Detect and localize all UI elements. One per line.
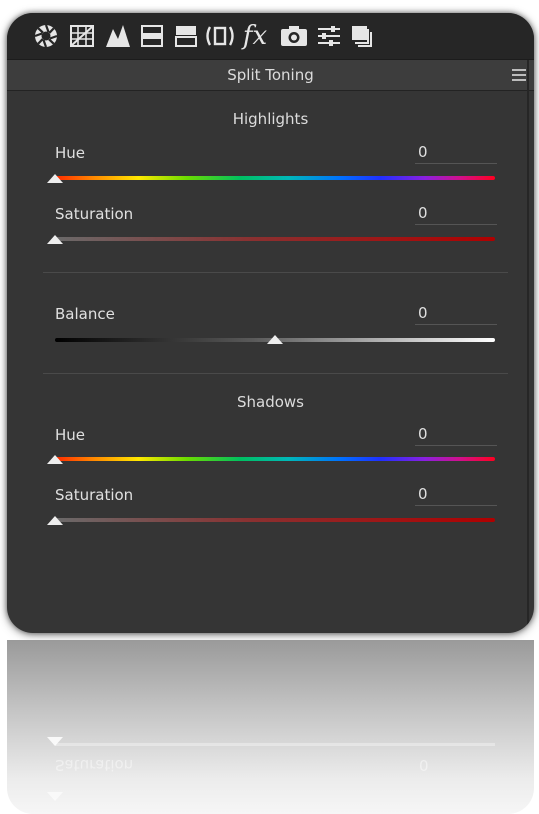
highlights-hue-label: Hue <box>55 144 86 162</box>
section-divider <box>43 373 508 374</box>
reflection-saturation-value: 0 <box>419 756 429 774</box>
shadows-hue-slider-thumb[interactable] <box>47 455 63 464</box>
shadows-hue-label: Hue <box>55 426 86 444</box>
panel-scrollbar[interactable] <box>527 60 529 633</box>
panel-header: Split Toning <box>7 60 534 91</box>
effects-fx-icon[interactable]: fx <box>240 21 270 51</box>
highlights-title: Highlights <box>232 110 309 128</box>
shadows-hue-value[interactable]: 0 <box>415 423 497 446</box>
panel-reflection: Saturation 0 <box>7 640 534 814</box>
fx-label: fx <box>242 21 268 51</box>
reflection-thumb <box>47 792 63 801</box>
panel-toolbar: fx <box>7 13 534 60</box>
camera-calibration-icon[interactable] <box>279 21 309 51</box>
shadows-saturation-label: Saturation <box>55 486 134 504</box>
detail-icon[interactable] <box>103 21 133 51</box>
split-toning-panel: fx Split Toning Highlights Hue 0 Saturat… <box>7 13 534 633</box>
panel-menu-icon[interactable] <box>512 69 526 81</box>
shadows-saturation-slider-track[interactable] <box>55 518 495 522</box>
highlights-saturation-slider-thumb[interactable] <box>47 235 63 244</box>
highlights-hue-slider-track[interactable] <box>55 176 495 180</box>
lens-corrections-icon[interactable] <box>205 21 235 51</box>
highlights-saturation-value[interactable]: 0 <box>415 202 497 225</box>
reflection-saturation-label: Saturation <box>55 756 134 774</box>
basic-aperture-icon[interactable] <box>31 21 61 51</box>
shadows-saturation-slider-thumb[interactable] <box>47 516 63 525</box>
balance-value[interactable]: 0 <box>415 302 497 325</box>
split-toning-icon[interactable] <box>171 21 201 51</box>
hsl-icon[interactable] <box>137 21 167 51</box>
tone-curve-icon[interactable] <box>67 21 97 51</box>
highlights-hue-value[interactable]: 0 <box>415 141 497 164</box>
presets-sliders-icon[interactable] <box>314 21 344 51</box>
section-divider <box>43 272 508 273</box>
panel-title: Split Toning <box>227 66 314 84</box>
highlights-saturation-label: Saturation <box>55 205 134 223</box>
shadows-title: Shadows <box>236 393 304 411</box>
highlights-saturation-slider-track[interactable] <box>55 237 495 241</box>
highlights-hue-slider-thumb[interactable] <box>47 174 63 183</box>
snapshots-icon[interactable] <box>347 21 377 51</box>
shadows-hue-slider-track[interactable] <box>55 457 495 461</box>
shadows-saturation-value[interactable]: 0 <box>415 483 497 506</box>
balance-slider-thumb[interactable] <box>267 335 283 344</box>
balance-label: Balance <box>55 305 115 323</box>
reflection-track <box>55 743 495 746</box>
